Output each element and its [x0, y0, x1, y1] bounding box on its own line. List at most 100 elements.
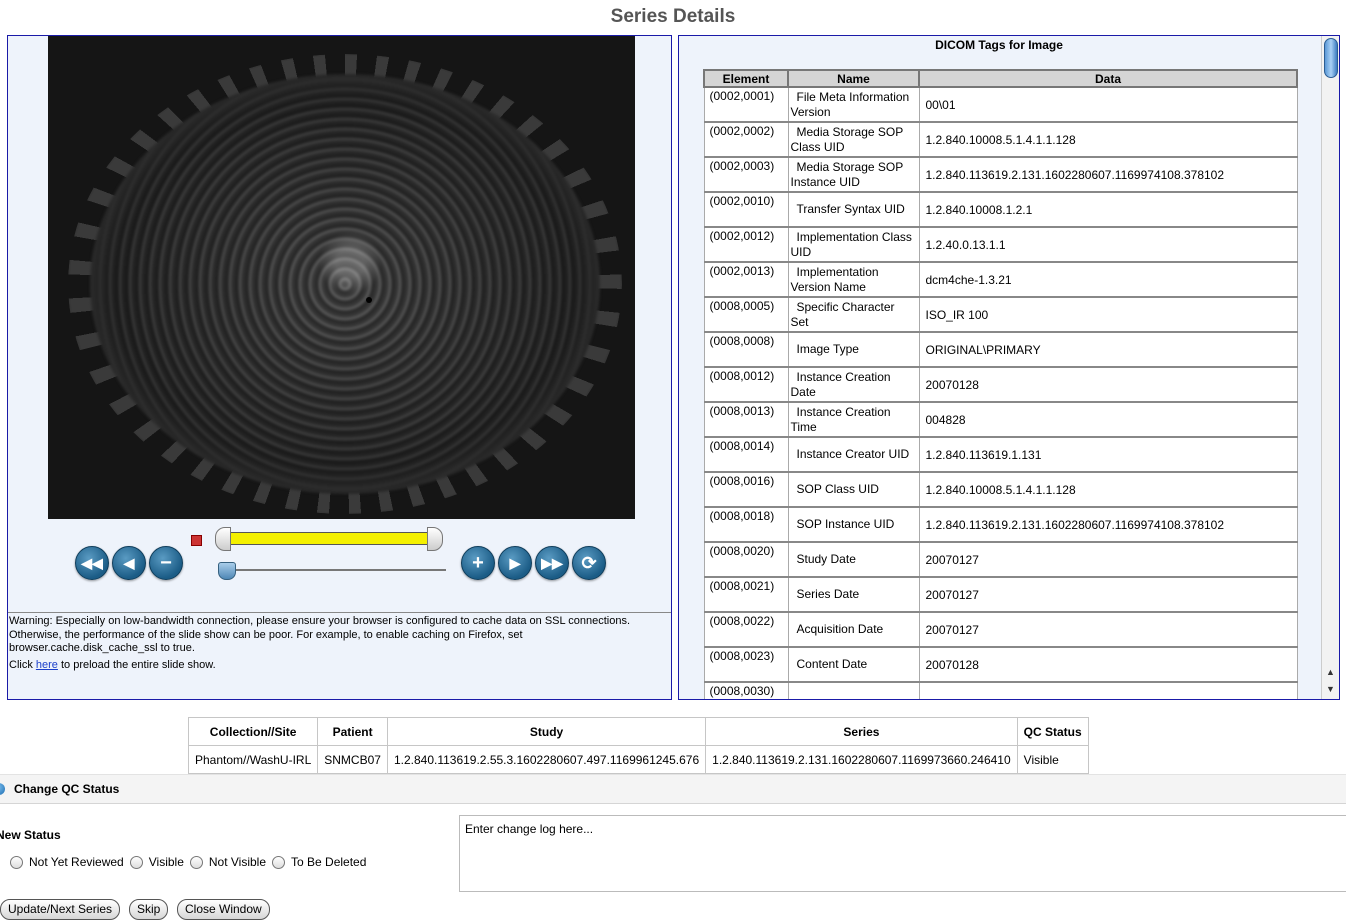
tag-name: Image Type [787, 331, 920, 368]
window-range-slider[interactable] [215, 527, 443, 551]
table-row: (0002,0013) Implementation Version Name dc… [703, 261, 1298, 298]
tag-name-text: Implementation Class UID [790, 229, 912, 259]
scroll-down-arrow-icon[interactable]: ▼ [1325, 684, 1336, 695]
tag-name: SOP Class UID [787, 471, 920, 508]
tag-data: ORIGINAL\PRIMARY [918, 331, 1298, 368]
first-image-button[interactable]: ◀◀ [75, 546, 109, 580]
range-handle-max[interactable] [427, 527, 443, 551]
tag-data: 1.2.40.0.13.1.1 [918, 226, 1298, 263]
skip-button[interactable]: Skip [129, 899, 169, 920]
table-row: (0008,0005) Specific Character Set ISO_IR … [703, 296, 1298, 333]
summary-column-header: Patient [317, 717, 388, 746]
tag-name: Media Storage SOP Class UID [787, 121, 920, 158]
qc-status-label: Not Yet Reviewed [29, 855, 124, 869]
tag-data: 20070127 [918, 541, 1298, 578]
slice-position-slider[interactable] [218, 562, 446, 580]
table-row: (0002,0001) File Meta Information Version… [703, 86, 1298, 123]
tag-data: 20070127 [918, 611, 1298, 648]
zoom-out-button[interactable]: − [149, 546, 183, 580]
tag-name-text: SOP Instance UID [796, 517, 895, 531]
scrollbar-thumb[interactable] [1324, 38, 1338, 78]
last-image-button[interactable]: ▶▶ [535, 546, 569, 580]
preload-line: Click here to preload the entire slide s… [9, 659, 670, 673]
tag-element: (0002,0010) [703, 191, 789, 228]
summary-column-header: QC Status [1016, 717, 1089, 746]
update-next-series-button[interactable]: Update/Next Series [0, 899, 121, 920]
tag-element: (0008,0018) [703, 506, 789, 543]
first-icon: ◀◀ [81, 555, 103, 571]
tag-data: 20070128 [918, 366, 1298, 403]
summary-cell: SNMCB07 [317, 745, 388, 774]
tag-data: dcm4che-1.3.21 [918, 261, 1298, 298]
dicom-scrollbar[interactable]: ▲ ▼ [1321, 36, 1339, 699]
tag-element: (0002,0001) [703, 86, 789, 123]
zoom-in-button[interactable]: + [461, 546, 495, 580]
qc-status-radio[interactable] [129, 855, 143, 869]
change-log-input[interactable]: Enter change log here... [459, 815, 1346, 892]
tag-name-text: Media Storage SOP Instance UID [790, 159, 904, 189]
dicom-tags-title: DICOM Tags for Image [935, 38, 1063, 52]
tag-name-text: Instance Creation Time [790, 404, 891, 434]
tag-element: (0008,0023) [703, 646, 789, 683]
column-name: Name [787, 69, 920, 88]
qc-status-radio[interactable] [189, 855, 203, 869]
refresh-button[interactable]: ⟳ [572, 546, 606, 580]
tag-data: 1.2.840.10008.5.1.4.1.1.128 [918, 121, 1298, 158]
tag-name: Implementation Class UID [787, 226, 920, 263]
tag-element: (0008,0030) [703, 681, 789, 699]
qc-status-radio[interactable] [10, 855, 23, 869]
tag-name: Instance Creator UID [787, 436, 920, 473]
tag-name: Media Storage SOP Instance UID [787, 156, 920, 193]
slider-thumb[interactable] [218, 562, 236, 580]
expand-icon[interactable] [0, 783, 5, 795]
table-row: (0008,0016) SOP Class UID 1.2.840.10008.5.… [703, 471, 1298, 508]
tag-element: (0008,0014) [703, 436, 789, 473]
tag-name-text: Instance Creation Date [790, 369, 891, 399]
dicom-tags-panel[interactable]: DICOM Tags for Image Element Name Data (… [678, 35, 1340, 700]
summary-cell: 1.2.840.113619.2.131.1602280607.11699736… [705, 745, 1018, 774]
table-row: (0008,0013) Instance Creation Time 004828 [703, 401, 1298, 438]
close-window-button[interactable]: Close Window [177, 899, 270, 920]
tag-name-text: Acquisition Date [796, 622, 884, 636]
previous-image-button[interactable]: ◀ [112, 546, 146, 580]
tag-name-text: Image Type [796, 342, 859, 356]
tag-name: Study Date [787, 541, 920, 578]
qc-status-radio[interactable] [272, 855, 286, 869]
range-handle-min[interactable] [215, 527, 231, 551]
tag-name: Content Date [787, 646, 920, 683]
table-row: (0002,0012) Implementation Class UID 1.2.4… [703, 226, 1298, 263]
preload-link[interactable]: here [36, 659, 58, 671]
qc-status-label: To Be Deleted [291, 855, 367, 869]
tag-name: File Meta Information Version [787, 86, 920, 123]
table-row: (0008,0014) Instance Creator UID 1.2.840.1… [703, 436, 1298, 473]
tag-element: (0008,0020) [703, 541, 789, 578]
tag-data: 1.2.840.10008.5.1.4.1.1.128 [918, 471, 1298, 508]
preload-suffix: to preload the entire slide show. [57, 658, 216, 671]
tag-data: 20070128 [918, 646, 1298, 683]
qc-section-title: Change QC Status [14, 782, 120, 796]
previous-icon: ◀ [123, 555, 135, 571]
tag-data: 1.2.840.113619.2.131.1602280607.11699741… [918, 156, 1298, 193]
tag-data: 1.2.840.113619.2.131.1602280607.11699741… [918, 506, 1298, 543]
stop-icon[interactable] [191, 535, 202, 546]
refresh-icon: ⟳ [581, 553, 597, 573]
range-track [225, 532, 433, 545]
summary-column-header: Series [705, 717, 1018, 746]
tag-name: Implementation Version Name [787, 261, 920, 298]
preload-prefix: Click [9, 658, 36, 671]
slider-line [218, 569, 446, 571]
tag-element: (0002,0012) [703, 226, 789, 263]
new-status-label: New Status [0, 828, 61, 842]
table-row: (0008,0021) Series Date 20070127 [703, 576, 1298, 613]
tag-element: (0008,0016) [703, 471, 789, 508]
dicom-tags-table: Element Name Data (0002,0001) File Meta I… [703, 69, 1298, 699]
tag-name-text: SOP Class UID [796, 482, 879, 496]
tag-name-text: Content Date [796, 657, 868, 671]
tag-name: Series Date [787, 576, 920, 613]
next-image-button[interactable]: ▶ [498, 546, 532, 580]
table-row: (0002,0003) Media Storage SOP Instance UI… [703, 156, 1298, 193]
table-row: (0002,0002) Media Storage SOP Class UID 1.… [703, 121, 1298, 158]
change-qc-status-header[interactable]: Change QC Status [0, 774, 1346, 804]
table-row: (0008,0018) SOP Instance UID 1.2.840.11361… [703, 506, 1298, 543]
scroll-up-arrow-icon[interactable]: ▲ [1325, 667, 1336, 678]
